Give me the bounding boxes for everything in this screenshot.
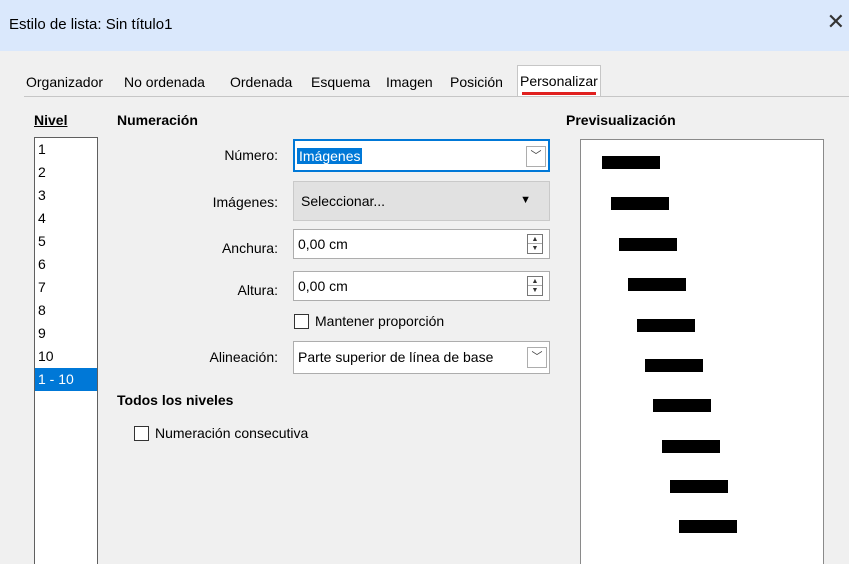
tab-no-ordenada[interactable]: No ordenada xyxy=(122,69,207,96)
altura-value: 0,00 cm xyxy=(298,278,348,294)
consecutive-checkbox[interactable] xyxy=(134,425,149,441)
imagenes-button-label: Seleccionar... xyxy=(301,193,386,209)
consecutive-label: Numeración consecutiva xyxy=(155,425,309,441)
preview-bullet-bar xyxy=(628,278,686,291)
preview-pane xyxy=(580,139,824,564)
level-item[interactable]: 7 xyxy=(35,276,97,299)
preview-bullet-bar xyxy=(619,238,677,251)
numero-value: Imágenes xyxy=(297,148,363,164)
spin-buttons[interactable]: ▲ ▼ xyxy=(527,276,543,296)
level-heading: Nivel xyxy=(34,112,68,128)
alineacion-value: Parte superior de línea de base xyxy=(298,349,494,365)
alineacion-label: Alineación: xyxy=(209,349,279,365)
preview-bullet-bar xyxy=(637,319,695,332)
numero-label: Número: xyxy=(224,147,278,163)
chevron-down-icon[interactable]: ﹀ xyxy=(526,146,546,167)
close-icon[interactable]: ✕ xyxy=(827,11,845,33)
spin-buttons[interactable]: ▲ ▼ xyxy=(527,234,543,254)
level-item[interactable]: 5 xyxy=(35,230,97,253)
keep-ratio-checkbox[interactable] xyxy=(294,313,309,329)
preview-heading: Previsualización xyxy=(566,112,676,128)
level-item[interactable]: 4 xyxy=(35,207,97,230)
tab-imagen[interactable]: Imagen xyxy=(384,69,435,96)
preview-bullet-bar xyxy=(679,520,737,533)
altura-label: Altura: xyxy=(237,282,278,298)
level-item[interactable]: 6 xyxy=(35,253,97,276)
keep-ratio-label: Mantener proporción xyxy=(315,313,445,329)
chevron-down-icon[interactable]: ﹀ xyxy=(527,347,547,368)
anchura-value: 0,00 cm xyxy=(298,236,348,252)
numero-select[interactable]: Imágenes ﹀ xyxy=(293,139,550,172)
window-title: Estilo de lista: Sin título1 xyxy=(9,16,173,33)
level-item[interactable]: 3 xyxy=(35,184,97,207)
numbering-heading: Numeración xyxy=(117,112,198,128)
keep-ratio-row[interactable]: Mantener proporción xyxy=(294,313,444,329)
level-item[interactable]: 10 xyxy=(35,345,97,368)
preview-bullet-bar xyxy=(645,359,703,372)
preview-bullet-bar xyxy=(653,399,711,412)
preview-bullet-bar xyxy=(602,156,660,169)
tab-organizador[interactable]: Organizador xyxy=(24,69,105,96)
level-item[interactable]: 2 xyxy=(35,161,97,184)
anchura-label: Anchura: xyxy=(221,240,278,256)
level-item-selected[interactable]: 1 - 10 xyxy=(35,368,97,391)
preview-bullet-bar xyxy=(670,480,728,493)
level-list[interactable]: 1 2 3 4 5 6 7 8 9 10 1 - 10 xyxy=(34,137,98,564)
anchura-spinbox[interactable]: 0,00 cm ▲ ▼ xyxy=(293,229,550,259)
level-item[interactable]: 1 xyxy=(35,138,97,161)
active-tab-indicator xyxy=(522,92,596,95)
preview-bullet-bar xyxy=(662,440,720,453)
imagenes-label: Imágenes: xyxy=(212,194,278,210)
preview-bullet-bar xyxy=(611,197,669,210)
spin-up-icon[interactable]: ▲ xyxy=(528,277,542,286)
spin-up-icon[interactable]: ▲ xyxy=(528,235,542,244)
tab-personalizar-label: Personalizar xyxy=(520,73,598,89)
consecutive-row[interactable]: Numeración consecutiva xyxy=(134,425,308,441)
all-levels-heading: Todos los niveles xyxy=(117,392,234,408)
tab-posicion[interactable]: Posición xyxy=(448,69,505,96)
tab-ordenada[interactable]: Ordenada xyxy=(228,69,294,96)
tab-personalizar[interactable]: Personalizar xyxy=(517,65,601,96)
altura-spinbox[interactable]: 0,00 cm ▲ ▼ xyxy=(293,271,550,301)
spin-down-icon[interactable]: ▼ xyxy=(528,286,542,295)
spin-down-icon[interactable]: ▼ xyxy=(528,244,542,253)
level-item[interactable]: 9 xyxy=(35,322,97,345)
tab-esquema[interactable]: Esquema xyxy=(309,69,372,96)
title-bar: Estilo de lista: Sin título1 ✕ xyxy=(0,0,849,51)
level-item[interactable]: 8 xyxy=(35,299,97,322)
imagenes-select-button[interactable]: Seleccionar... ▼ xyxy=(293,181,550,221)
alineacion-select[interactable]: Parte superior de línea de base ﹀ xyxy=(293,341,550,374)
caret-down-icon: ▼ xyxy=(520,194,531,206)
